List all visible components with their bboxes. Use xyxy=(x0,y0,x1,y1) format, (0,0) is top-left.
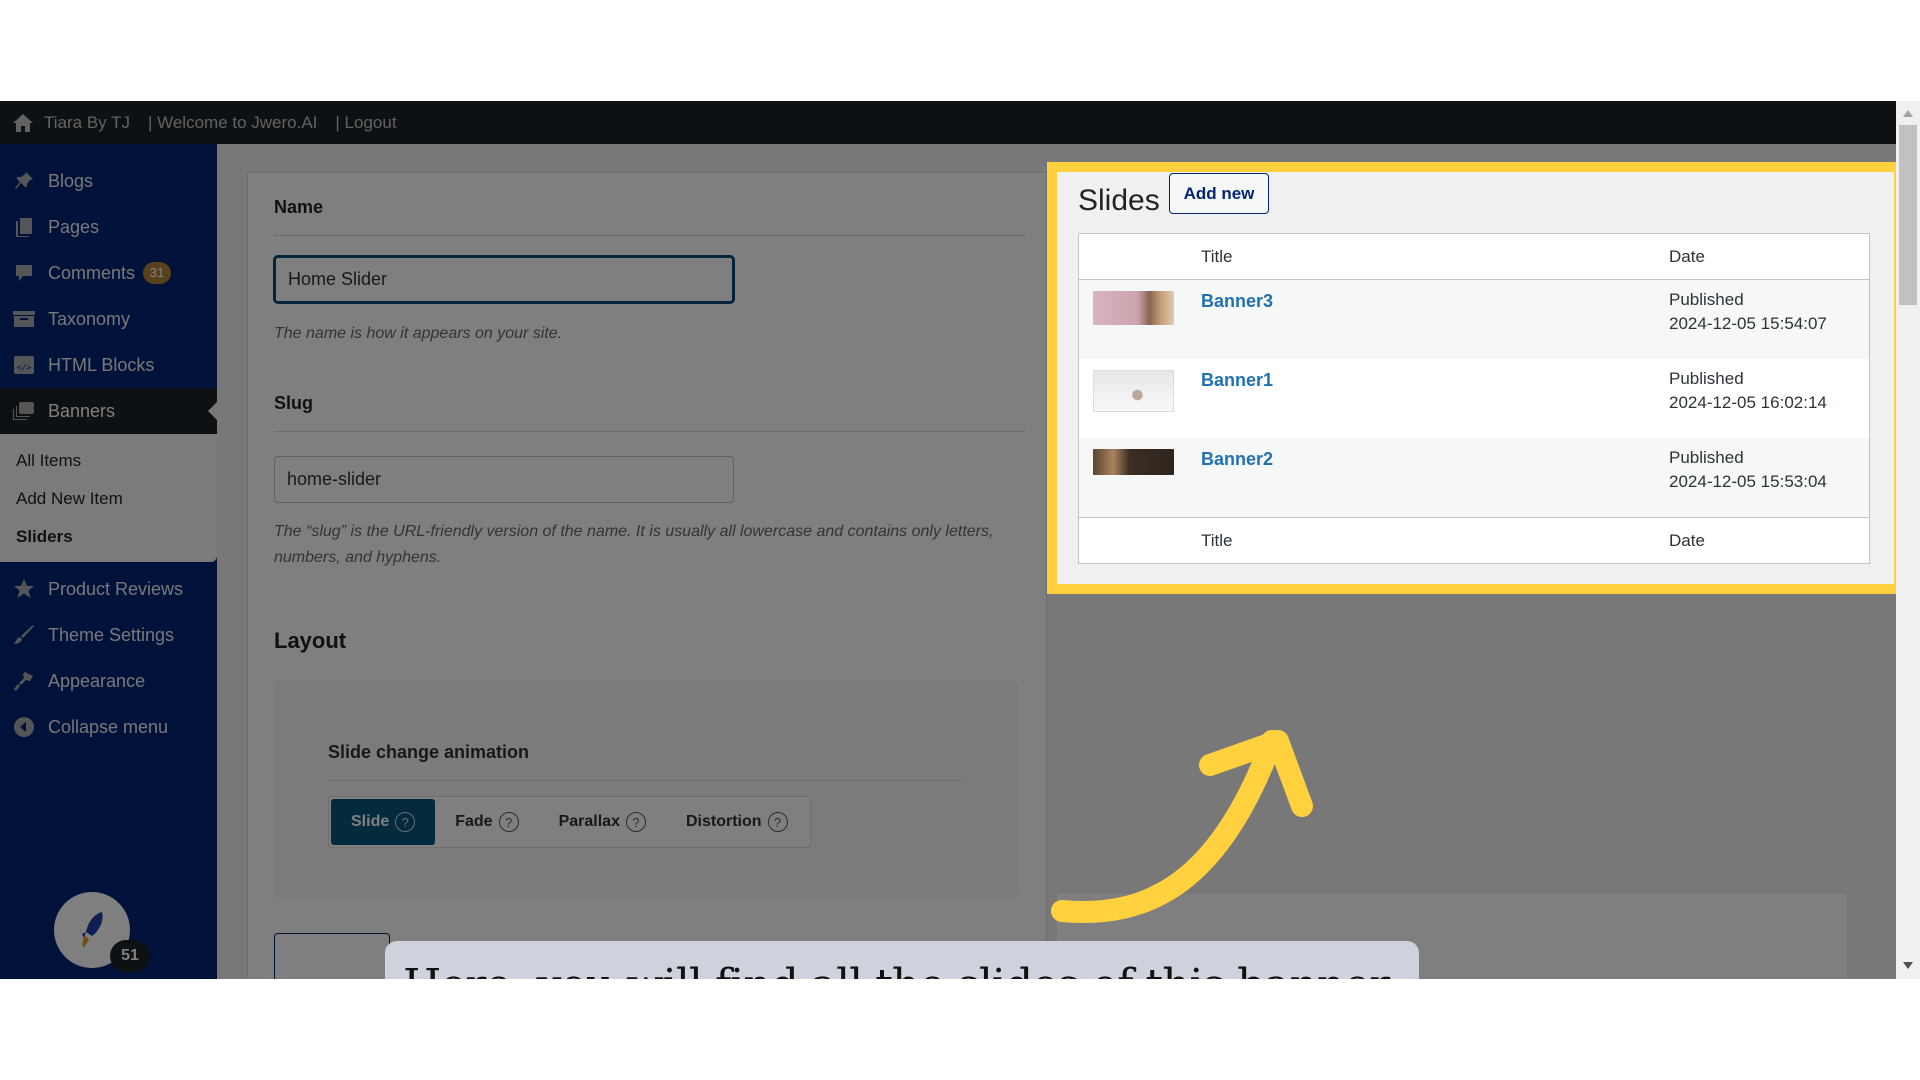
sidebar-item-banners[interactable]: Banners xyxy=(0,388,217,434)
sidebar-item-theme-settings[interactable]: Theme Settings xyxy=(0,612,217,658)
curved-arrow-icon xyxy=(1051,730,1313,923)
tutorial-callout: Here, you will find all the slides of th… xyxy=(385,941,1419,979)
save-button[interactable] xyxy=(274,933,390,979)
option-label: Slide xyxy=(351,813,390,830)
app-frame: Tiara By TJ | Welcome to Jwero.AI | Logo… xyxy=(0,101,1920,979)
slug-input[interactable] xyxy=(274,456,734,503)
animation-option-slide[interactable]: Slide? xyxy=(331,799,436,845)
sidebar-item-label: Pages xyxy=(48,216,100,237)
paintbrush-icon xyxy=(12,669,36,693)
home-icon[interactable] xyxy=(12,113,34,133)
highlight-box xyxy=(1047,162,1904,594)
sidebar-item-label: Comments xyxy=(48,262,136,283)
sidebar-item-pages[interactable]: Pages xyxy=(0,204,217,250)
welcome-link[interactable]: | Welcome to Jwero.AI xyxy=(148,113,317,133)
sidebar-item-label: HTML Blocks xyxy=(48,354,155,375)
divider xyxy=(328,780,964,781)
comments-count-badge: 31 xyxy=(143,262,172,284)
scrollbar-thumb[interactable] xyxy=(1899,125,1917,305)
option-label: Parallax xyxy=(558,813,620,830)
site-name-link[interactable]: Tiara By TJ xyxy=(44,113,130,133)
help-icon[interactable]: ? xyxy=(625,812,646,832)
animation-label: Slide change animation xyxy=(328,742,530,762)
pages-icon xyxy=(12,215,36,239)
sidebar-item-label: Blogs xyxy=(48,170,94,191)
sidebar-item-comments[interactable]: Comments 31 xyxy=(0,250,217,296)
pin-icon xyxy=(12,169,36,193)
sidebar-item-taxonomy[interactable]: Taxonomy xyxy=(0,296,217,342)
collapse-icon xyxy=(12,715,36,739)
layout-heading: Layout xyxy=(274,628,347,653)
sidebar-item-label: Taxonomy xyxy=(48,308,131,329)
sidebar-item-collapse-menu[interactable]: Collapse menu xyxy=(0,704,217,750)
code-block-icon: </> xyxy=(12,353,36,377)
slider-edit-form: Name The name is how it appears on your … xyxy=(247,172,1047,979)
rocket-icon xyxy=(82,912,103,948)
star-icon xyxy=(12,577,36,601)
submenu-add-new-item[interactable]: Add New Item xyxy=(0,480,217,518)
option-label: Distortion xyxy=(685,813,762,830)
divider xyxy=(274,235,1026,236)
brush-icon xyxy=(12,623,36,647)
admin-sidebar: Blogs Pages Comments 31 Taxonomy </> HTM… xyxy=(0,144,217,979)
banners-icon xyxy=(12,399,36,423)
svg-text:</>: </> xyxy=(17,363,32,372)
comment-icon xyxy=(12,261,36,285)
name-hint: The name is how it appears on your site. xyxy=(274,325,563,342)
submenu-sliders[interactable]: Sliders xyxy=(0,518,217,556)
animation-option-parallax[interactable]: Parallax? xyxy=(539,799,666,845)
help-icon[interactable]: ? xyxy=(767,812,788,832)
animation-segmented-control: Slide? Fade? Parallax? Distortion? xyxy=(328,796,811,848)
sidebar-item-label: Banners xyxy=(48,400,116,421)
animation-option-distortion[interactable]: Distortion? xyxy=(666,799,808,845)
slug-label: Slug xyxy=(274,393,313,413)
sidebar-item-html-blocks[interactable]: </> HTML Blocks xyxy=(0,342,217,388)
layout-settings-box: Slide change animation Slide? Fade? Para… xyxy=(274,680,1018,900)
archive-icon xyxy=(12,307,36,331)
help-icon[interactable]: ? xyxy=(498,812,519,832)
animation-option-fade[interactable]: Fade? xyxy=(435,799,538,845)
sidebar-item-appearance[interactable]: Appearance xyxy=(0,658,217,704)
banners-submenu: All Items Add New Item Sliders xyxy=(0,434,217,562)
rocket-count-badge: 51 xyxy=(110,940,150,972)
submenu-all-items[interactable]: All Items xyxy=(0,442,217,480)
sidebar-item-blogs[interactable]: Blogs xyxy=(0,158,217,204)
sidebar-item-product-reviews[interactable]: Product Reviews xyxy=(0,566,217,612)
admin-bar: Tiara By TJ | Welcome to Jwero.AI | Logo… xyxy=(0,101,1896,144)
scroll-down-icon[interactable] xyxy=(1903,962,1913,969)
help-icon[interactable]: ? xyxy=(395,812,416,832)
page-scrollbar[interactable] xyxy=(1896,101,1920,979)
slug-hint: The “slug” is the URL-friendly version o… xyxy=(274,523,994,566)
sidebar-item-label: Collapse menu xyxy=(48,716,169,737)
logout-link[interactable]: | Logout xyxy=(335,113,396,133)
sidebar-item-label: Product Reviews xyxy=(48,578,184,599)
sidebar-item-label: Appearance xyxy=(48,670,146,691)
name-input[interactable] xyxy=(274,256,734,303)
sidebar-item-label: Theme Settings xyxy=(48,624,175,645)
name-label: Name xyxy=(274,197,324,217)
divider xyxy=(274,431,1026,432)
scroll-up-icon[interactable] xyxy=(1903,110,1913,117)
option-label: Fade xyxy=(455,813,493,830)
